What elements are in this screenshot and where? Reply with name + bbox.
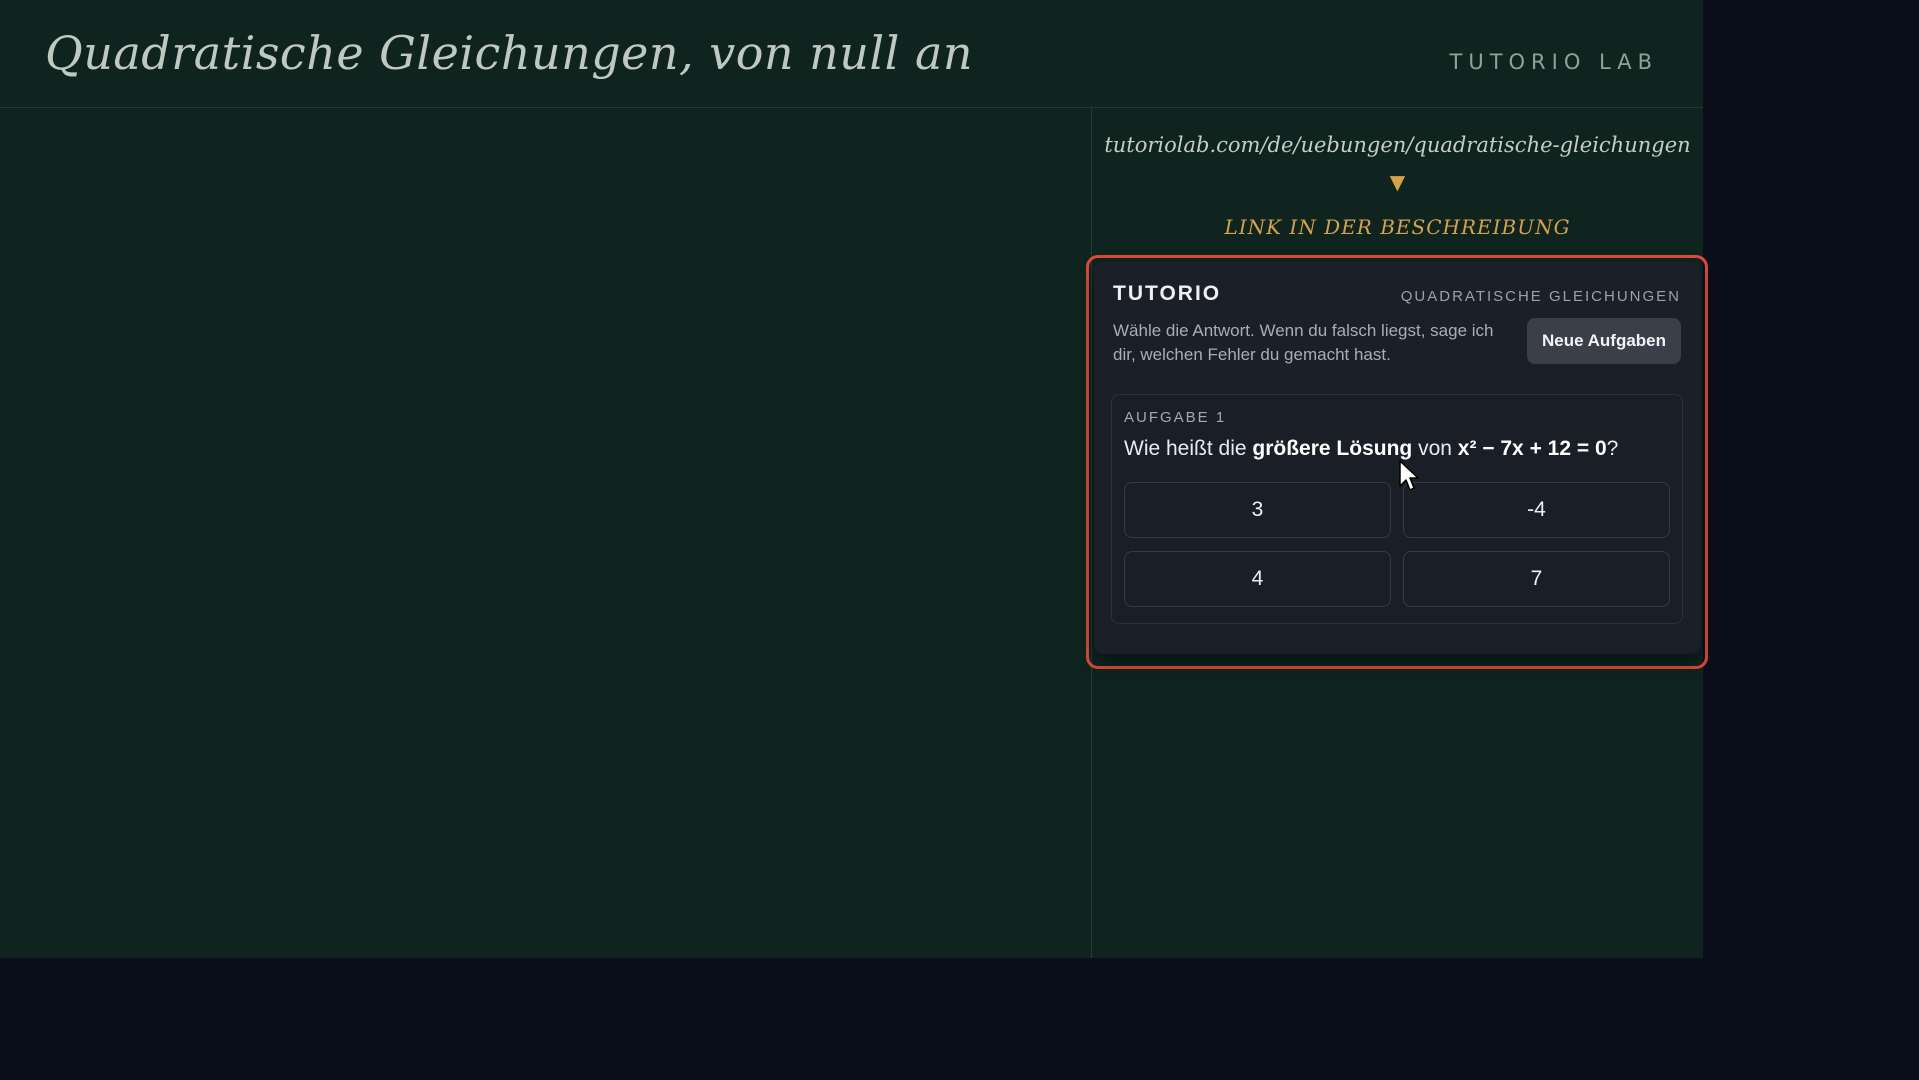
tutorio-widget: TUTORIO QUADRATISCHE GLEICHUNGEN Wähle d…	[1094, 262, 1701, 654]
new-tasks-button[interactable]: Neue Aufgaben	[1527, 318, 1681, 364]
task-question: Wie heißt die größere Lösung von x² − 7x…	[1124, 437, 1618, 461]
arrow-down-icon: ▼	[1389, 170, 1406, 194]
question-prefix: Wie heißt die	[1124, 437, 1253, 460]
question-mid: von	[1412, 437, 1458, 460]
task-panel: AUFGABE 1 Wie heißt die größere Lösung v…	[1111, 394, 1683, 624]
question-equation: x² − 7x + 12 = 0	[1457, 437, 1607, 460]
answer-option[interactable]: 3	[1124, 482, 1391, 538]
widget-brand: TUTORIO	[1113, 282, 1222, 305]
widget-description: Wähle die Antwort. Wenn du falsch liegst…	[1113, 321, 1494, 364]
question-emphasis: größere Lösung	[1252, 437, 1413, 460]
widget-topic: QUADRATISCHE GLEICHUNGEN	[1400, 288, 1681, 305]
exercise-url: tutoriolab.com/de/uebungen/quadratische-…	[1104, 133, 1691, 157]
brand-logo-text: TUTORIO LAB	[1449, 50, 1658, 74]
answer-option[interactable]: 7	[1403, 551, 1670, 607]
question-suffix: ?	[1606, 437, 1619, 460]
task-label: AUFGABE 1	[1124, 409, 1227, 426]
page-title: Quadratische Gleichungen, von null an	[45, 26, 974, 80]
answer-option[interactable]: 4	[1124, 551, 1391, 607]
answer-option[interactable]: -4	[1403, 482, 1670, 538]
mouse-pointer-icon	[1399, 460, 1419, 491]
header-bar: Quadratische Gleichungen, von null an TU…	[0, 0, 1703, 108]
link-callout: LINK IN DER BESCHREIBUNG	[1224, 215, 1571, 239]
